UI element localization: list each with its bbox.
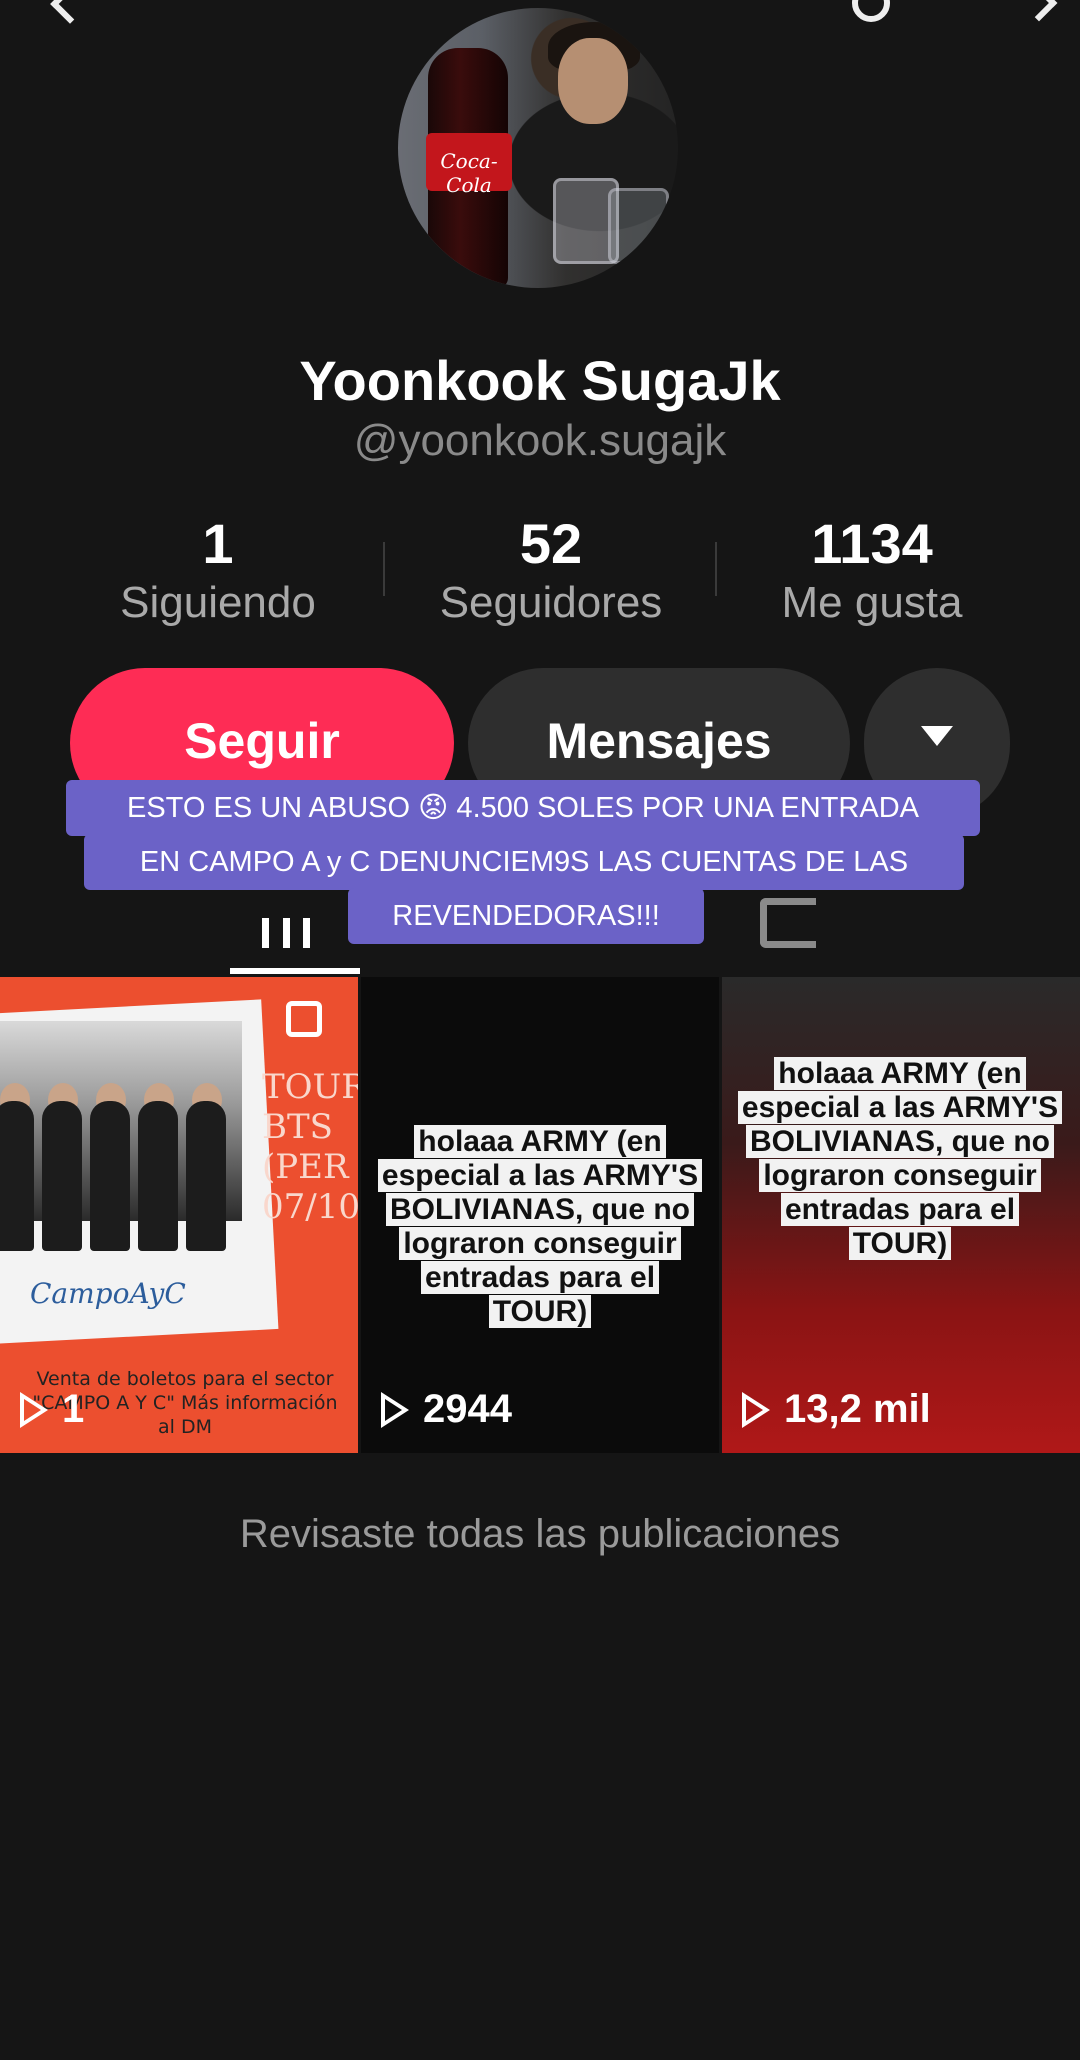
multi-photo-icon [286,1001,322,1037]
stat-following-value: 1 [202,512,234,575]
profile-name: Yoonkook SugaJk [299,349,781,412]
view-count-value: 1 [62,1387,85,1431]
stat-followers-value: 52 [519,512,583,575]
play-icon [742,1391,770,1428]
campo-label: CampoAyC [30,1277,186,1310]
avatar-cup-2 [608,188,669,264]
video-caption: holaaa ARMY (en especial a las ARMY'S BO… [377,1125,703,1328]
group-photo [0,1021,242,1251]
end-of-posts-text: Revisaste todas las publicaciones [239,1512,841,1556]
avatar-bottle-label: Coca-Cola [426,133,512,197]
video-thumbnail[interactable]: CampoAyC TOUR BTS (PER 07/10 Venta de bo… [0,977,358,1453]
person [0,1101,34,1251]
profile-handle: @yoonkook.sugajk [353,416,727,465]
person [90,1101,130,1251]
play-icon [20,1391,48,1428]
person [42,1101,82,1251]
overlay-line-3: REVENDEDORAS!!! [348,888,704,944]
overlay-line-1: ESTO ES UN ABUSO 😡 4.500 SOLES POR UNA E… [66,780,980,836]
person [138,1101,178,1251]
view-count-value: 2944 [423,1387,512,1431]
avatar-face [558,38,628,124]
text-overlay: ESTO ES UN ABUSO 😡 4.500 SOLES POR UNA E… [64,778,984,978]
stat-following[interactable]: 1 Siguiendo [58,512,378,628]
stat-followers[interactable]: 52 Seguidores [391,512,711,628]
video-thumbnail[interactable]: holaaa ARMY (en especial a las ARMY'S BO… [722,977,1080,1453]
play-icon [381,1391,409,1428]
person [186,1101,226,1251]
avatar[interactable]: Coca-Cola [398,8,678,288]
video-caption-wrap: holaaa ARMY (en especial a las ARMY'S BO… [371,1125,709,1329]
view-count: 1 [20,1387,84,1432]
back-icon[interactable] [50,0,90,24]
video-thumbnail[interactable]: holaaa ARMY (en especial a las ARMY'S BO… [361,977,719,1453]
video-grid: CampoAyC TOUR BTS (PER 07/10 Venta de bo… [0,977,1080,1453]
view-count: 13,2 mil [742,1387,931,1432]
stat-likes-value: 1134 [811,512,933,575]
video-caption-wrap: holaaa ARMY (en especial a las ARMY'S BO… [730,1057,1070,1261]
stat-likes[interactable]: 1134 Me gusta [712,512,1032,628]
view-count-value: 13,2 mil [784,1387,931,1431]
stat-likes-label: Me gusta [781,578,963,627]
view-count: 2944 [381,1387,512,1432]
video-caption: holaaa ARMY (en especial a las ARMY'S BO… [737,1057,1063,1260]
overlay-line-2: EN CAMPO A y C DENUNCIEM9S LAS CUENTAS D… [84,834,964,890]
share-icon[interactable] [1020,0,1058,22]
chevron-down-icon [921,726,953,746]
stat-following-label: Siguiendo [120,578,316,627]
tour-side-text: TOUR BTS (PER 07/10 [262,1067,358,1227]
notification-icon[interactable] [852,0,890,22]
stat-followers-label: Seguidores [439,578,663,627]
divider [383,542,385,596]
